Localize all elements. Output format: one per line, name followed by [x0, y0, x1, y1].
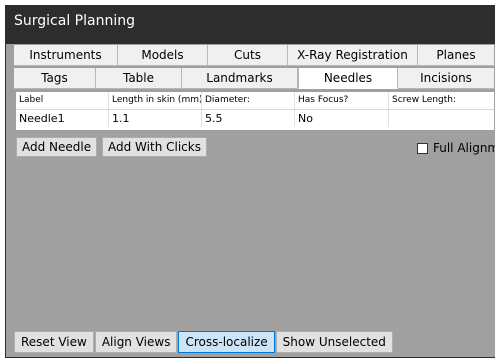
tab-row-top: Instruments Models Cuts X-Ray Registrati…: [14, 45, 494, 66]
tab-tags[interactable]: Tags: [14, 68, 96, 89]
cell-has-focus[interactable]: No: [295, 110, 389, 127]
tab-needles[interactable]: Needles: [298, 68, 398, 89]
align-views-button[interactable]: Align Views: [94, 331, 178, 353]
show-unselected-button[interactable]: Show Unselected: [275, 331, 393, 353]
column-header-screw-length[interactable]: Screw Length:: [389, 92, 494, 109]
full-alignment-toggle[interactable]: Full Alignme: [417, 139, 495, 157]
needles-table: Label Length in skin (mm) Diameter: Has …: [16, 92, 494, 130]
view-toolbar: Reset View Align Views Cross-localize Sh…: [14, 331, 394, 354]
cross-localize-button[interactable]: Cross-localize: [178, 331, 275, 353]
cell-length-in-skin[interactable]: 1.1: [109, 110, 202, 127]
add-with-clicks-button[interactable]: Add With Clicks: [102, 137, 207, 157]
tab-table[interactable]: Table: [96, 68, 182, 89]
cell-label[interactable]: Needle1: [16, 110, 109, 127]
tab-incisions[interactable]: Incisions: [398, 68, 494, 89]
column-header-label[interactable]: Label: [16, 92, 109, 109]
window-title: Surgical Planning: [14, 13, 135, 29]
column-header-diameter[interactable]: Diameter:: [202, 92, 295, 109]
tab-landmarks[interactable]: Landmarks: [182, 68, 298, 89]
needles-panel: Label Length in skin (mm) Diameter: Has …: [14, 90, 495, 338]
tab-cuts[interactable]: Cuts: [208, 45, 288, 66]
column-header-length-in-skin[interactable]: Length in skin (mm): [109, 92, 202, 109]
tab-models[interactable]: Models: [118, 45, 208, 66]
title-bar: Surgical Planning: [6, 6, 495, 44]
full-alignment-label: Full Alignme: [433, 141, 495, 155]
tab-row-bottom: Tags Table Landmarks Needles Incisions: [14, 68, 494, 89]
table-row[interactable]: Needle1 1.1 5.5 No: [16, 110, 494, 127]
full-alignment-checkbox[interactable]: [417, 142, 428, 154]
tab-instruments[interactable]: Instruments: [14, 45, 118, 66]
column-header-has-focus[interactable]: Has Focus?: [295, 92, 389, 109]
add-needle-button[interactable]: Add Needle: [16, 137, 98, 157]
cell-diameter[interactable]: 5.5: [202, 110, 295, 127]
table-header: Label Length in skin (mm) Diameter: Has …: [16, 92, 494, 110]
surgical-planning-window: Surgical Planning Instruments Models Cut…: [5, 5, 495, 358]
tab-planes[interactable]: Planes: [418, 45, 494, 66]
cell-screw-length[interactable]: [389, 110, 494, 127]
reset-view-button[interactable]: Reset View: [14, 331, 94, 353]
tab-x-ray-registration[interactable]: X-Ray Registration: [288, 45, 418, 66]
